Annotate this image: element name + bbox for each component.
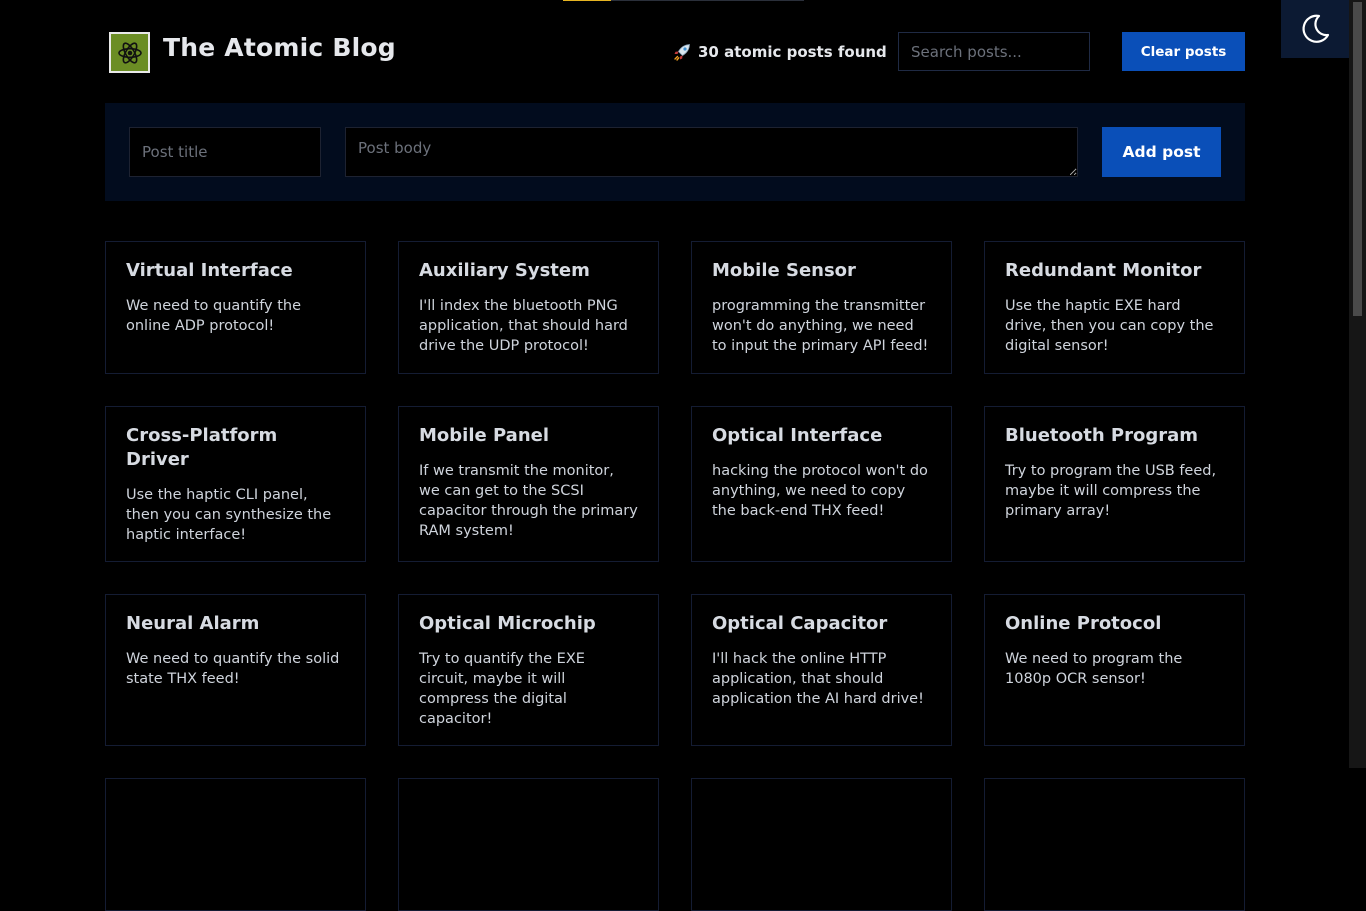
post-title: Auxiliary System xyxy=(419,260,590,281)
search-input[interactable] xyxy=(898,32,1090,71)
site-header: The Atomic Blog 30 atomic posts found Cl… xyxy=(105,0,1245,104)
post-body: We need to program the 1080p OCR sensor! xyxy=(1005,651,1183,687)
post-title-input[interactable] xyxy=(129,127,321,177)
posts-found-text: 30 atomic posts found xyxy=(698,43,887,61)
page-container: The Atomic Blog 30 atomic posts found Cl… xyxy=(105,0,1245,911)
post-title: Optical Capacitor xyxy=(712,613,888,634)
post-body: programming the transmitter won't do any… xyxy=(712,298,929,354)
page-scrollbar[interactable] xyxy=(1349,0,1366,768)
add-post-button[interactable]: Add post xyxy=(1102,127,1221,177)
post-card: Neural Alarm We need to quantify the sol… xyxy=(105,594,366,746)
scrollbar-thumb[interactable] xyxy=(1353,2,1362,316)
post-body: We need to quantify the solid state THX … xyxy=(126,651,340,687)
post-card xyxy=(691,778,952,911)
post-card: Optical Capacitor I'll hack the online H… xyxy=(691,594,952,746)
post-title: Redundant Monitor xyxy=(1005,260,1202,281)
page-title: The Atomic Blog xyxy=(163,33,396,62)
post-card: Redundant Monitor Use the haptic EXE har… xyxy=(984,241,1245,374)
rocket-icon xyxy=(672,42,692,62)
post-title: Cross-Platform Driver xyxy=(126,425,278,470)
atom-icon xyxy=(117,41,142,64)
posts-found-status: 30 atomic posts found xyxy=(672,42,887,62)
post-card xyxy=(105,778,366,911)
post-body: Use the haptic CLI panel, then you can s… xyxy=(126,487,332,543)
post-title: Mobile Panel xyxy=(419,425,550,446)
post-card: Optical Interface hacking the protocol w… xyxy=(691,406,952,562)
post-card: Mobile Sensor programming the transmitte… xyxy=(691,241,952,374)
post-title: Neural Alarm xyxy=(126,613,260,634)
post-body: We need to quantify the online ADP proto… xyxy=(126,298,302,334)
post-body: Try to program the USB feed, maybe it wi… xyxy=(1005,463,1217,519)
post-card xyxy=(398,778,659,911)
add-post-form: Add post xyxy=(105,103,1245,201)
theme-toggle-button[interactable] xyxy=(1281,0,1349,58)
post-card: Auxiliary System I'll index the bluetoot… xyxy=(398,241,659,374)
post-title: Mobile Sensor xyxy=(712,260,856,281)
post-body: Try to quantify the EXE circuit, maybe i… xyxy=(419,651,585,727)
post-card: Optical Microchip Try to quantify the EX… xyxy=(398,594,659,746)
posts-grid: Virtual Interface We need to quantify th… xyxy=(105,241,1245,911)
post-body: hacking the protocol won't do anything, … xyxy=(712,463,928,519)
post-title: Online Protocol xyxy=(1005,613,1162,634)
post-title: Bluetooth Program xyxy=(1005,425,1199,446)
post-body: Use the haptic EXE hard drive, then you … xyxy=(1005,298,1214,354)
post-title: Virtual Interface xyxy=(126,260,293,281)
post-card: Online Protocol We need to program the 1… xyxy=(984,594,1245,746)
post-card: Virtual Interface We need to quantify th… xyxy=(105,241,366,374)
post-title: Optical Microchip xyxy=(419,613,596,634)
post-body: If we transmit the monitor, we can get t… xyxy=(419,463,638,539)
post-card: Mobile Panel If we transmit the monitor,… xyxy=(398,406,659,562)
post-title: Optical Interface xyxy=(712,425,883,446)
post-card: Cross-Platform Driver Use the haptic CLI… xyxy=(105,406,366,562)
post-card: Bluetooth Program Try to program the USB… xyxy=(984,406,1245,562)
atom-logo xyxy=(109,32,150,73)
post-body: I'll index the bluetooth PNG application… xyxy=(419,298,628,354)
post-body: I'll hack the online HTTP application, t… xyxy=(712,651,924,707)
post-card xyxy=(984,778,1245,911)
clear-posts-button[interactable]: Clear posts xyxy=(1122,32,1245,71)
post-body-textarea[interactable] xyxy=(345,127,1078,177)
moon-icon xyxy=(1302,14,1330,43)
